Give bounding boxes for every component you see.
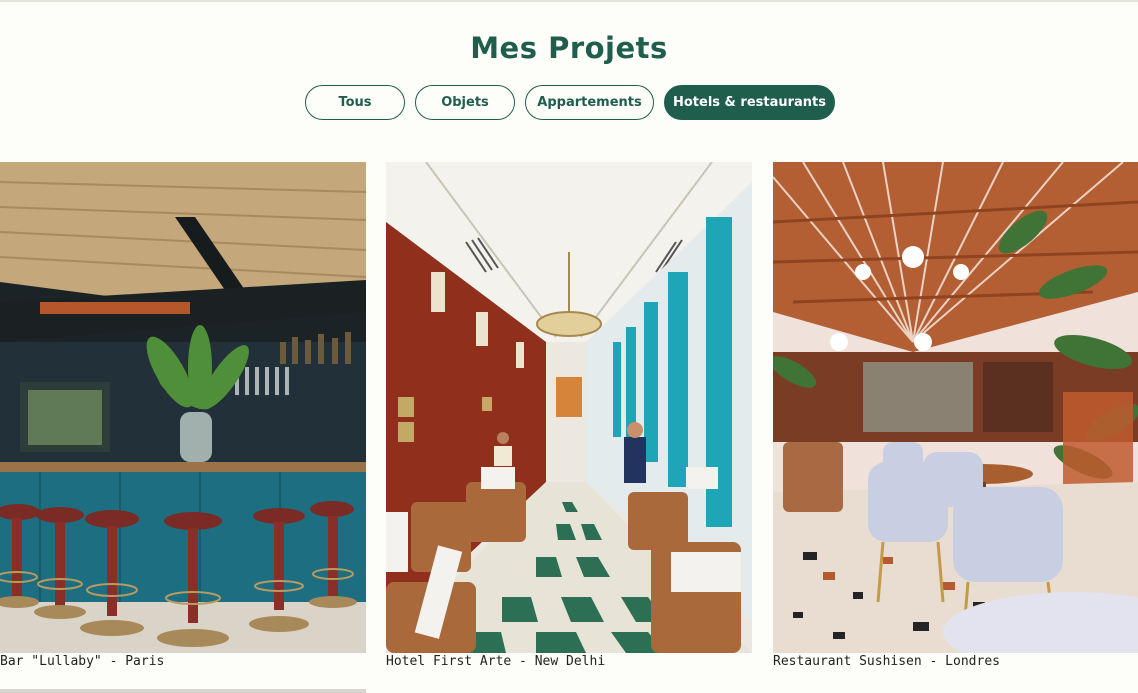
project-card-restaurant-sushisen[interactable] [773, 162, 1138, 653]
next-row-image-edge [0, 689, 366, 693]
page-title: Mes Projets [470, 31, 668, 66]
project-card-bar-lullaby[interactable] [0, 162, 366, 653]
project-caption: Bar "Lullaby" - Paris [0, 654, 165, 669]
project-caption: Hotel First Arte - New Delhi [386, 654, 606, 669]
filter-tous-button[interactable]: Tous [305, 85, 405, 120]
top-divider [0, 0, 1138, 2]
filter-hotels-restaurants-button[interactable]: Hotels & restaurants [664, 85, 835, 120]
filter-objets-button[interactable]: Objets [415, 85, 515, 120]
filter-appartements-button[interactable]: Appartements [525, 85, 654, 120]
project-caption: Restaurant Sushisen - Londres [773, 654, 1000, 669]
filter-bar: Tous Objets Appartements Hotels & restau… [0, 85, 1138, 122]
project-card-hotel-first-arte[interactable] [386, 162, 752, 653]
bar-interior-photo [0, 162, 366, 653]
restaurant-interior-photo [773, 162, 1138, 653]
hotel-dining-hall-photo [386, 162, 752, 653]
